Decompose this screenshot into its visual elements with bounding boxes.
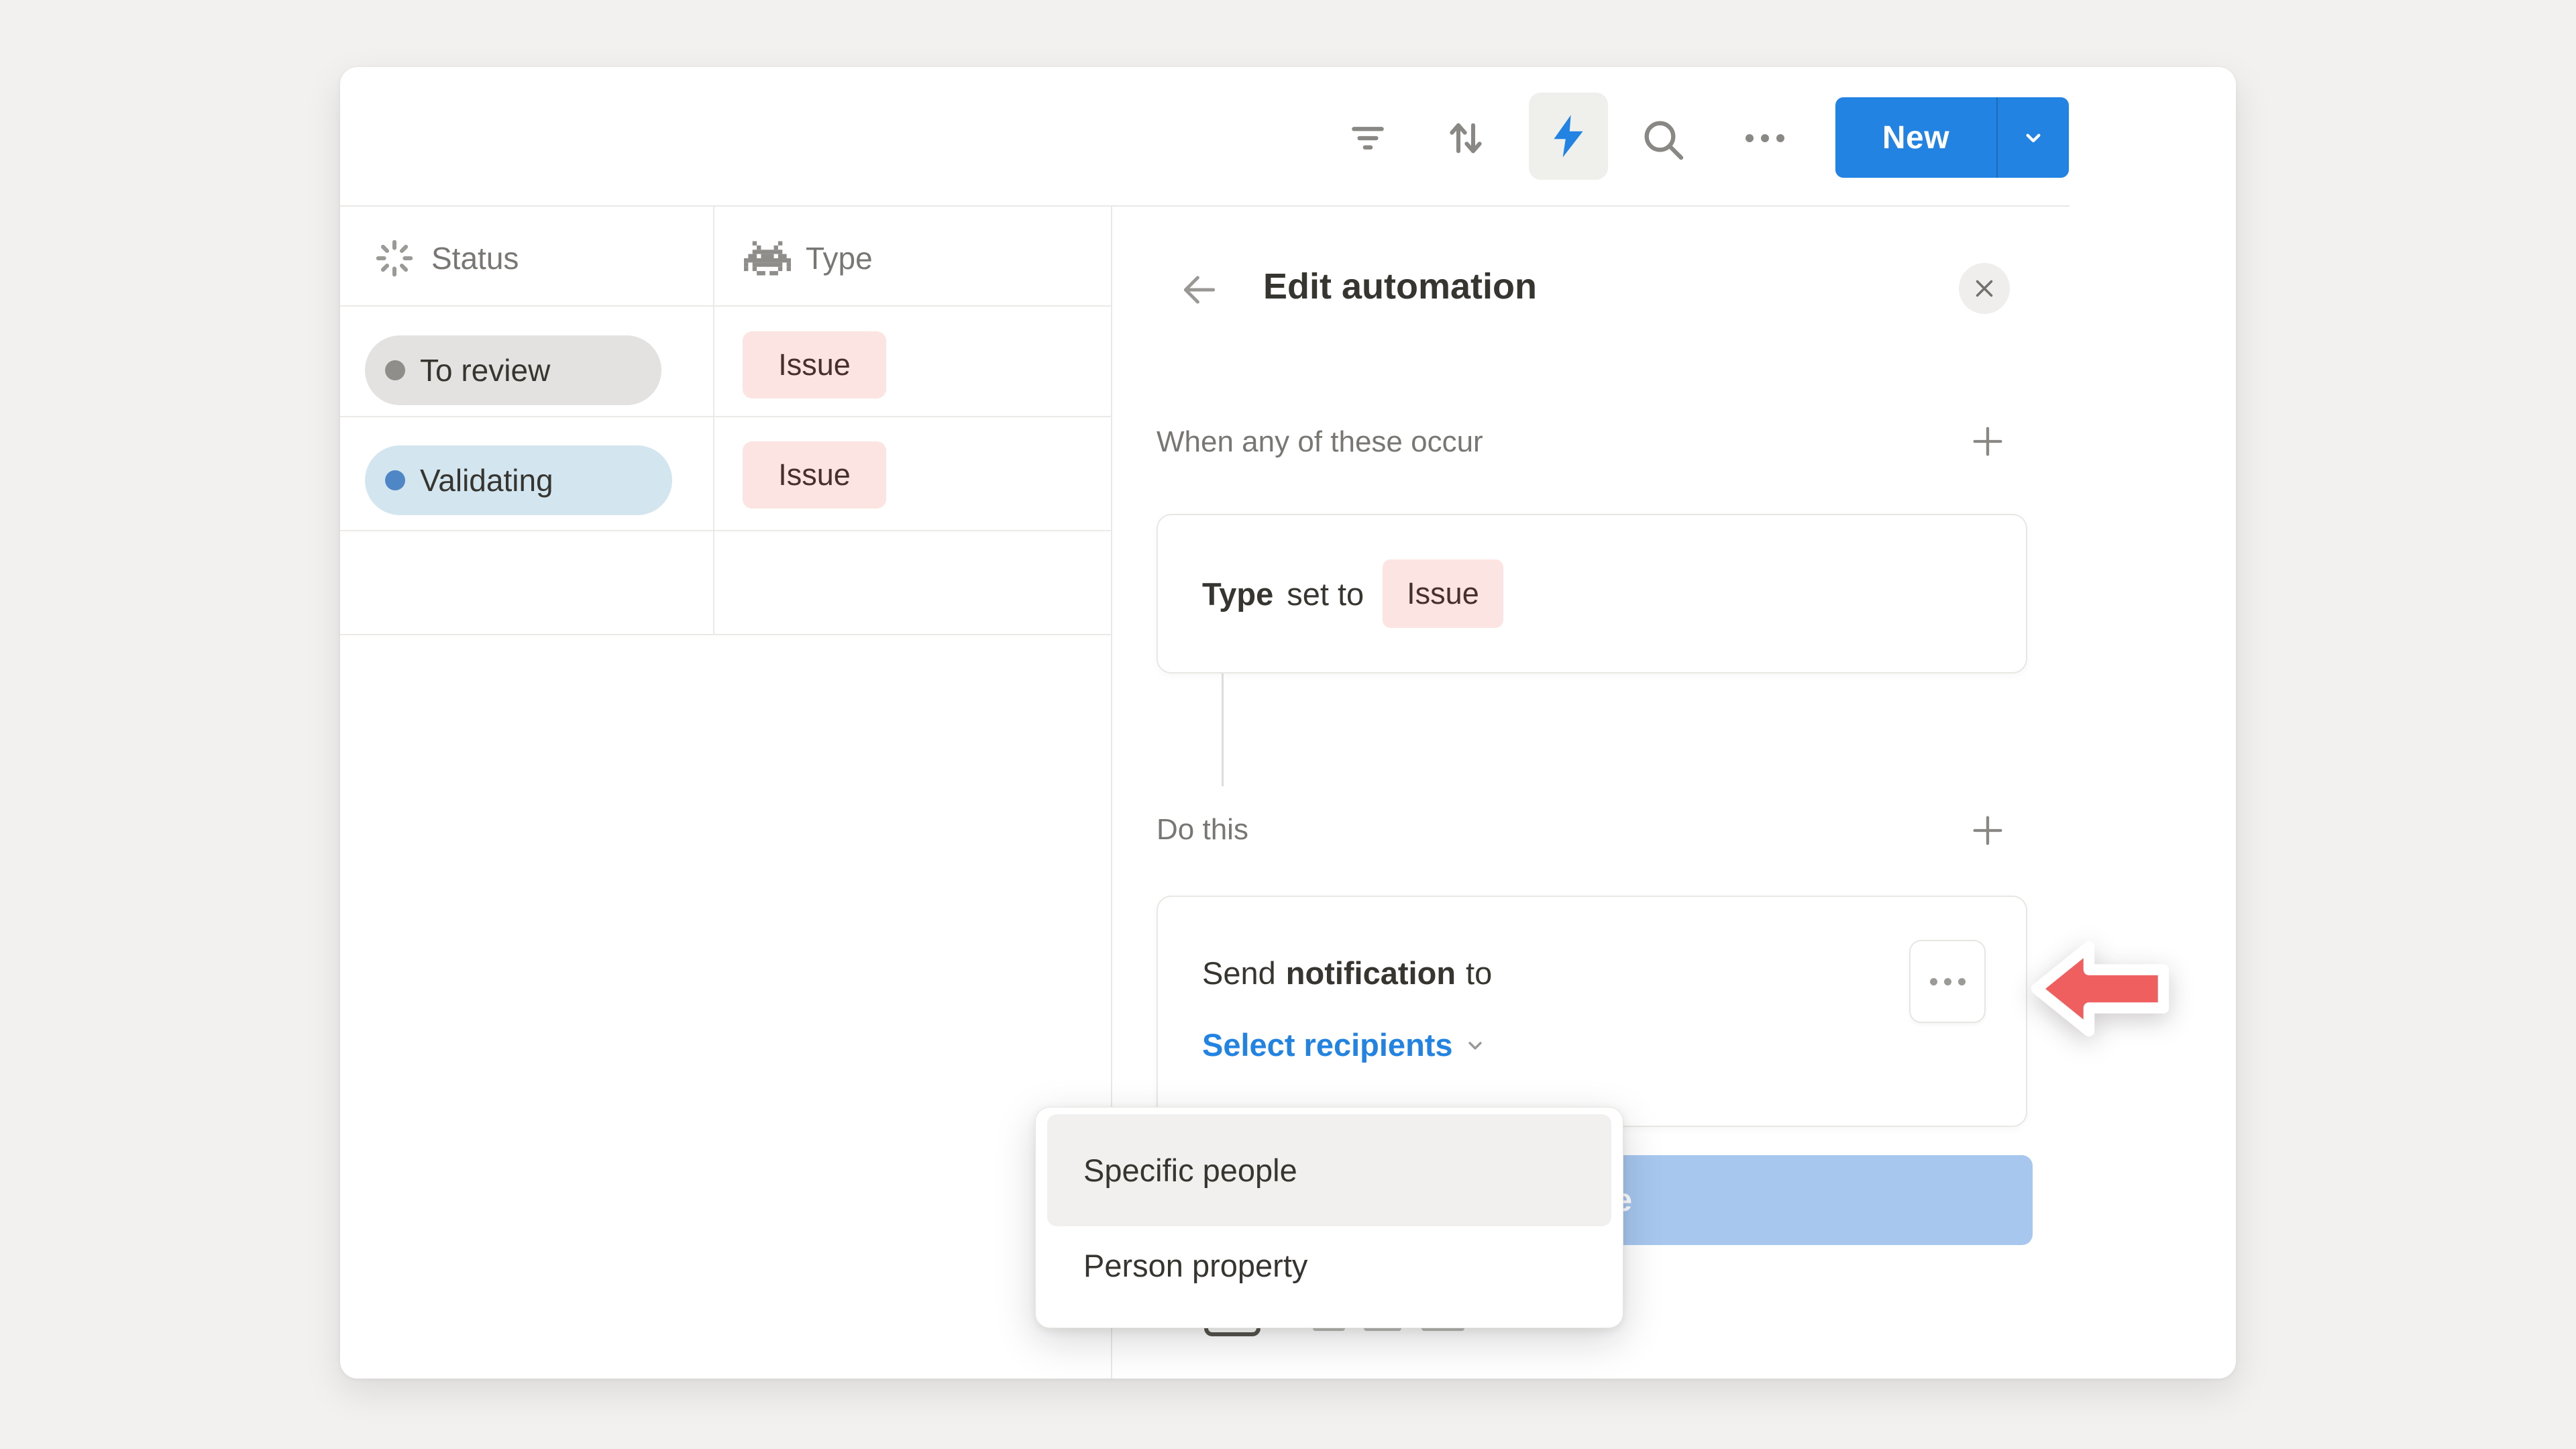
chevron-down-icon xyxy=(2020,124,2047,151)
column-header-type[interactable]: Type xyxy=(744,229,873,287)
panel-title: Edit automation xyxy=(1263,266,1537,307)
add-action-button[interactable] xyxy=(1965,808,2010,853)
column-header-status[interactable]: Status xyxy=(372,229,519,287)
trigger-verb: set to xyxy=(1287,576,1364,612)
type-tag-label: Issue xyxy=(778,458,851,492)
status-pill-to-review[interactable]: To review xyxy=(365,335,661,405)
filter-icon xyxy=(1346,116,1390,160)
toolbar-divider xyxy=(340,205,2070,207)
action-suffix: to xyxy=(1466,955,1492,991)
column-divider xyxy=(713,207,714,634)
type-tag-issue[interactable]: Issue xyxy=(743,331,886,398)
more-ellipsis-icon xyxy=(1746,134,1754,142)
action-sentence: Send notification to xyxy=(1202,955,2026,991)
sort-button[interactable] xyxy=(1440,114,1491,162)
view-options-button[interactable] xyxy=(1737,115,1793,161)
trigger-property: Type xyxy=(1202,576,1273,612)
arrow-left-icon xyxy=(1179,269,1220,311)
row-divider xyxy=(340,634,1112,635)
trigger-section-label: When any of these occur xyxy=(1157,425,1483,459)
sort-icon xyxy=(1442,116,1489,160)
action-prefix: Send xyxy=(1202,955,1276,991)
plus-icon xyxy=(1968,422,2007,461)
lightning-icon xyxy=(1544,108,1593,164)
trigger-card[interactable]: Type set to Issue xyxy=(1157,514,2027,674)
action-more-button[interactable] xyxy=(1909,940,1986,1023)
red-arrow-annotation xyxy=(2031,934,2171,1044)
new-button-group: New xyxy=(1835,97,2069,178)
select-recipients-link[interactable]: Select recipients xyxy=(1202,1026,1488,1063)
new-button[interactable]: New xyxy=(1835,97,1996,178)
close-icon xyxy=(1972,276,1996,301)
new-dropdown-button[interactable] xyxy=(1998,97,2069,178)
status-dot xyxy=(385,360,405,380)
action-type: notification xyxy=(1286,955,1456,991)
flow-connector-line xyxy=(1222,674,1224,786)
dropdown-item-specific-people[interactable]: Specific people xyxy=(1047,1114,1611,1226)
trigger-value-chip: Issue xyxy=(1383,559,1503,628)
status-spinner-icon xyxy=(372,236,417,280)
status-pill-validating[interactable]: Validating xyxy=(365,445,672,515)
bug-invader-icon xyxy=(744,239,791,278)
status-dot xyxy=(385,470,405,490)
column-header-label: Type xyxy=(806,240,873,276)
action-card: Send notification to Select recipients xyxy=(1157,896,2027,1127)
plus-icon xyxy=(1968,811,2007,850)
type-tag-label: Issue xyxy=(778,347,851,382)
status-pill-label: Validating xyxy=(420,462,553,498)
action-section-label: Do this xyxy=(1157,813,1248,847)
close-button[interactable] xyxy=(1959,263,2010,314)
row-divider xyxy=(340,305,1112,307)
dropdown-item-person-property[interactable]: Person property xyxy=(1047,1225,1611,1305)
more-ellipsis-icon xyxy=(1930,978,1937,985)
status-pill-label: To review xyxy=(420,352,550,388)
recipients-dropdown-menu: Specific people Person property xyxy=(1035,1107,1623,1328)
back-button[interactable] xyxy=(1174,264,1225,315)
automations-button[interactable] xyxy=(1529,93,1608,180)
app-window: New Status xyxy=(340,67,2236,1379)
filter-button[interactable] xyxy=(1344,114,1392,162)
chevron-down-icon xyxy=(1462,1032,1488,1058)
search-button[interactable] xyxy=(1638,114,1688,165)
column-header-label: Status xyxy=(431,240,519,276)
add-trigger-button[interactable] xyxy=(1965,419,2010,464)
search-icon xyxy=(1639,115,1687,164)
row-divider xyxy=(340,416,1112,417)
type-tag-issue[interactable]: Issue xyxy=(743,441,886,508)
screenshot-root: New Status xyxy=(0,0,2576,1449)
row-divider xyxy=(340,530,1112,531)
